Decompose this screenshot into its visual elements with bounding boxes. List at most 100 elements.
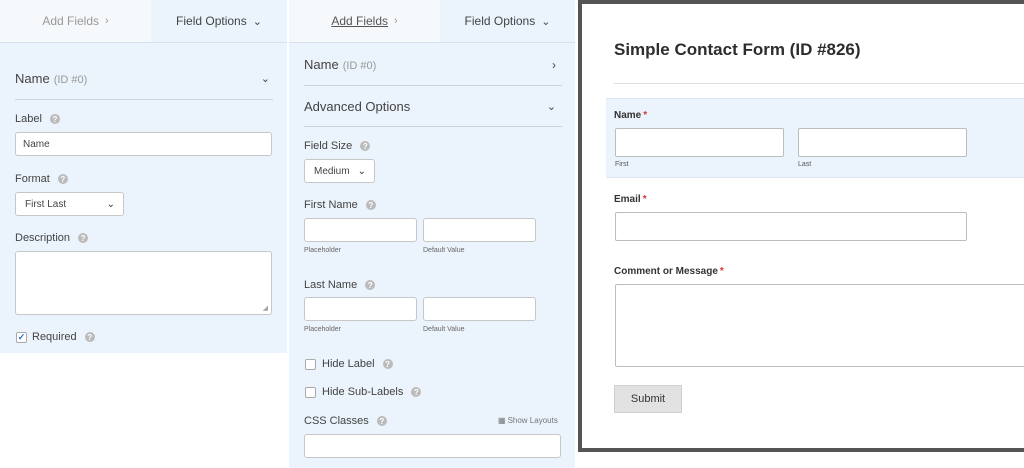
last-name-title: Last Name ? [304, 279, 376, 291]
hide-label-checkbox[interactable] [305, 359, 316, 370]
checkmark-icon: ✓ [17, 332, 26, 342]
label-input[interactable]: Name [15, 132, 272, 156]
help-icon[interactable]: ? [78, 233, 89, 243]
help-icon[interactable]: ? [365, 200, 376, 210]
tab-add-fields-label: Add Fields [331, 14, 389, 28]
chevron-down-icon: ⌄ [252, 15, 262, 28]
last-sublabel: Last [798, 161, 812, 168]
required-label-text: Required [32, 331, 77, 343]
tab-add-fields[interactable]: Add Fields › [289, 0, 440, 42]
tab-field-options-label: Field Options [176, 14, 247, 28]
last-name-default-input[interactable] [423, 297, 536, 321]
format-select-value: First Last [25, 198, 67, 210]
last-name-placeholder-input[interactable] [304, 297, 417, 321]
hide-sublabels-text: Hide Sub-Labels [322, 386, 404, 398]
chevron-down-icon: ⌄ [546, 101, 556, 113]
help-icon[interactable]: ? [360, 141, 371, 151]
show-layouts-link[interactable]: ▦ Show Layouts [498, 416, 558, 425]
label-input-value: Name [23, 138, 50, 150]
resize-grip-icon[interactable]: ◢ [263, 304, 268, 312]
first-name-default-sublabel: Default Value [423, 247, 465, 254]
last-name-placeholder-sublabel: Placeholder [304, 326, 341, 333]
email-field-label: Email * [614, 194, 647, 205]
name-field-label: Name * [614, 110, 647, 121]
grid-icon: ▦ [498, 416, 506, 425]
message-label-text: Comment or Message [614, 266, 718, 277]
tab-field-options-label: Field Options [464, 14, 536, 28]
field-options-panel-basic: Add Fields › Field Options ⌄ Name (ID #0)… [0, 0, 287, 353]
help-icon[interactable]: ? [49, 114, 60, 124]
section-title: Name [15, 71, 50, 86]
chevron-right-icon: › [105, 15, 109, 27]
tab-add-fields[interactable]: Add Fields › [0, 0, 151, 42]
tab-field-options[interactable]: Field Options ⌄ [440, 0, 575, 42]
format-title-text: Format [15, 173, 50, 185]
section-id: (ID #0) [342, 60, 377, 72]
panel-tabs: Add Fields › Field Options ⌄ [0, 0, 287, 43]
field-size-select[interactable]: Medium ⌄ [304, 159, 375, 183]
stage: Add Fields › Field Options ⌄ Name (ID #0)… [0, 0, 1024, 468]
description-textarea[interactable]: ◢ [15, 251, 272, 315]
hide-label-text: Hide Label [322, 358, 375, 370]
chevron-down-icon: ⌄ [106, 198, 115, 210]
section-divider [304, 85, 562, 86]
name-field-header[interactable]: Name (ID #0) › [304, 57, 556, 72]
help-icon[interactable]: ? [365, 280, 376, 290]
last-name-default-sublabel: Default Value [423, 326, 465, 333]
help-icon[interactable]: ? [411, 387, 422, 397]
hide-sublabels-label: Hide Sub-Labels ? [322, 386, 422, 398]
section-divider [15, 99, 273, 100]
tab-field-options[interactable]: Field Options ⌄ [151, 0, 287, 42]
show-layouts-text: Show Layouts [507, 416, 558, 425]
description-title: Description ? [15, 232, 89, 244]
field-size-title: Field Size ? [304, 140, 371, 152]
form-title: Simple Contact Form (ID #826) [614, 40, 861, 59]
last-name-title-text: Last Name [304, 279, 358, 291]
name-field-header-title: Name (ID #0) [15, 71, 87, 86]
css-classes-input[interactable] [304, 434, 561, 458]
name-field-header[interactable]: Name (ID #0) ⌄ [15, 71, 270, 86]
first-sublabel: First [615, 161, 629, 168]
chevron-right-icon: › [552, 57, 556, 72]
required-marker: * [642, 194, 647, 205]
hide-label-label: Hide Label ? [322, 358, 393, 370]
first-name-default-input[interactable] [423, 218, 536, 242]
first-name-placeholder-input[interactable] [304, 218, 417, 242]
required-marker: * [719, 266, 724, 277]
help-icon[interactable]: ? [382, 359, 393, 369]
advanced-options-header[interactable]: Advanced Options ⌄ [304, 99, 556, 114]
email-label-text: Email [614, 194, 641, 205]
panel-tabs: Add Fields › Field Options ⌄ [289, 0, 575, 43]
help-icon[interactable]: ? [57, 174, 68, 184]
hide-sublabels-checkbox[interactable] [305, 387, 316, 398]
first-name-title: First Name ? [304, 199, 376, 211]
last-name-input[interactable] [798, 128, 967, 157]
help-icon[interactable]: ? [376, 416, 387, 426]
tab-add-fields-label: Add Fields [42, 14, 100, 28]
section-title: Name [304, 57, 339, 72]
chevron-down-icon: ⌄ [357, 165, 366, 177]
section-divider [304, 126, 562, 127]
first-name-placeholder-sublabel: Placeholder [304, 247, 341, 254]
advanced-options-title: Advanced Options [304, 99, 411, 114]
field-size-value: Medium [314, 165, 350, 177]
form-preview: Simple Contact Form (ID #826) Name * Firs… [578, 0, 1024, 452]
submit-button[interactable]: Submit [614, 385, 682, 413]
css-classes-title-text: CSS Classes [304, 415, 369, 427]
chevron-down-icon: ⌄ [541, 15, 551, 28]
label-title-text: Label [15, 113, 42, 125]
help-icon[interactable]: ? [84, 332, 95, 342]
message-field-label: Comment or Message * [614, 266, 724, 277]
name-label-text: Name [614, 110, 642, 121]
email-input[interactable] [615, 212, 967, 241]
field-size-title-text: Field Size [304, 140, 353, 152]
message-textarea[interactable] [615, 284, 1024, 367]
format-select[interactable]: First Last ⌄ [15, 192, 124, 216]
first-name-title-text: First Name [304, 199, 358, 211]
required-checkbox[interactable]: ✓ [16, 332, 27, 343]
format-title: Format ? [15, 173, 68, 185]
name-field-header-title: Name (ID #0) [304, 57, 376, 72]
first-name-input[interactable] [615, 128, 784, 157]
title-divider [614, 83, 1024, 84]
chevron-down-icon: ⌄ [260, 73, 270, 85]
